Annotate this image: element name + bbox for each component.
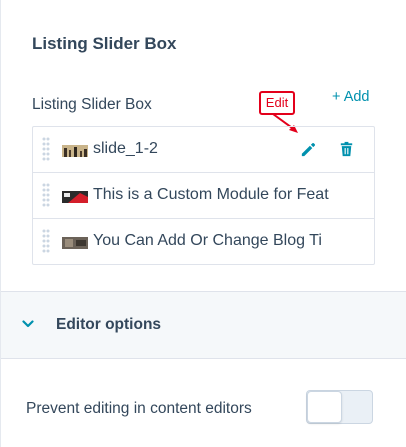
toggle-knob [307,391,342,423]
slider-items-list: slide_1-2 This is a Custom Module for Fe… [32,126,375,265]
list-item-label: This is a Custom Module for Feat [93,186,329,203]
section-title: Listing Slider Box [32,34,177,53]
field-label: Listing Slider Box [32,96,152,113]
chevron-down-icon [22,320,34,328]
list-item[interactable]: This is a Custom Module for Feat [33,173,374,219]
prevent-editing-label: Prevent editing in content editors [26,400,252,417]
drag-handle-icon[interactable] [42,229,50,255]
module-editor-panel: Listing Slider Box Listing Slider Box + … [0,0,406,447]
editor-options-label: Editor options [56,316,162,333]
list-item-label: slide_1-2 [93,140,158,157]
thumbnail-icon [62,190,88,203]
thumbnail-icon [62,236,88,249]
drag-handle-icon[interactable] [42,137,50,163]
thumbnail-icon [62,144,88,157]
add-item-link[interactable]: + Add [332,89,370,105]
drag-handle-icon[interactable] [42,183,50,209]
trash-delete-icon[interactable] [337,140,356,159]
pencil-edit-icon[interactable] [299,140,318,159]
list-item[interactable]: You Can Add Or Change Blog Ti [33,219,374,265]
prevent-editing-toggle[interactable] [306,390,373,424]
list-item-label: You Can Add Or Change Blog Ti [93,232,322,249]
list-item[interactable]: slide_1-2 [33,127,374,173]
editor-options-toggle[interactable]: Editor options [1,291,406,359]
